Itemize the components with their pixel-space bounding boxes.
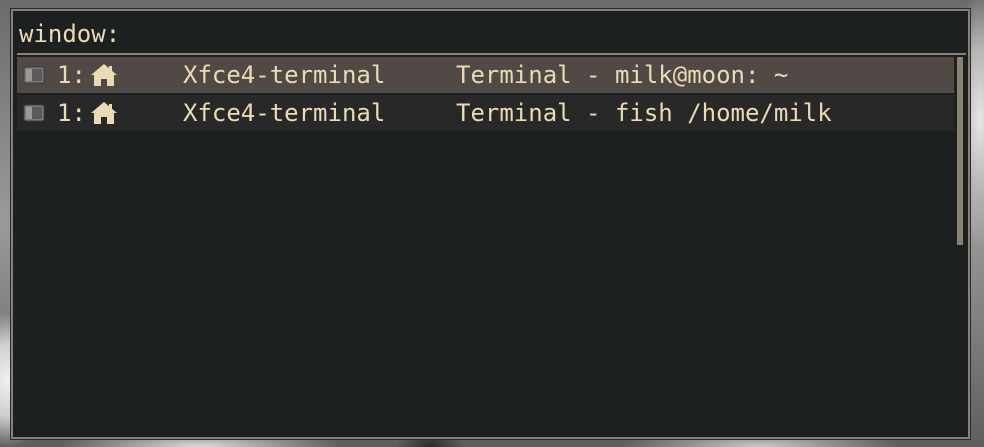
prompt-row: window: xyxy=(19,17,911,51)
workspace-number: 1: xyxy=(57,99,86,127)
scrollbar[interactable] xyxy=(955,57,965,433)
scrollbar-thumb[interactable] xyxy=(957,57,963,245)
terminal-icon xyxy=(23,66,45,84)
prompt-label: window: xyxy=(19,20,121,48)
window-switcher: window: 1: Xfce4-terminal Terminal - mil… xyxy=(10,8,971,440)
workspace-number: 1: xyxy=(57,61,86,89)
search-input[interactable] xyxy=(130,19,911,49)
window-title: Terminal - fish /home/milk xyxy=(456,99,832,127)
window-class: Xfce4-terminal xyxy=(183,99,386,127)
list-item[interactable]: 1: Xfce4-terminal Terminal - milk@moon: … xyxy=(17,57,954,93)
window-list: 1: Xfce4-terminal Terminal - milk@moon: … xyxy=(17,57,954,433)
window-class: Xfce4-terminal xyxy=(183,61,386,89)
home-icon xyxy=(91,102,117,124)
separator xyxy=(17,53,966,55)
window-title: Terminal - milk@moon: ~ xyxy=(456,61,789,89)
list-item[interactable]: 1: Xfce4-terminal Terminal - fish /home/… xyxy=(17,95,954,131)
terminal-icon xyxy=(23,104,45,122)
home-icon xyxy=(91,64,117,86)
